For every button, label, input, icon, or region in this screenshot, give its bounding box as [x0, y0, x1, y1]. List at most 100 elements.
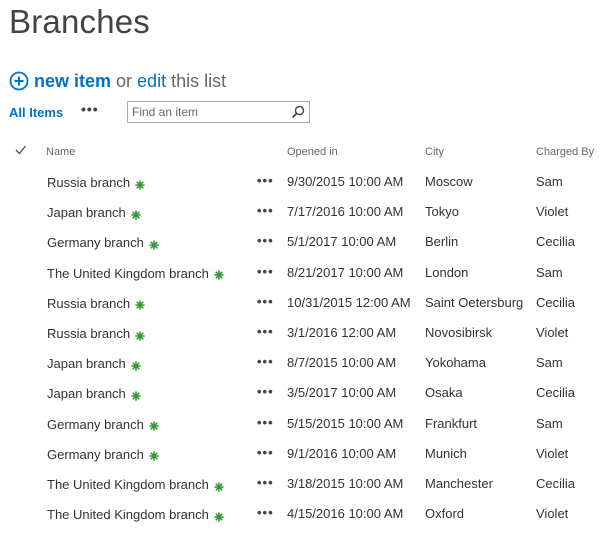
- new-item-badge-icon: [214, 510, 224, 522]
- view-more-ellipsis-button[interactable]: •••: [81, 101, 99, 117]
- cell-opened-in: 8/7/2015 10:00 AM: [287, 355, 397, 371]
- cell-city: Oxford: [425, 506, 465, 522]
- item-name-link[interactable]: Russia branch: [47, 296, 145, 311]
- cell-opened-in: 9/30/2015 10:00 AM: [287, 174, 404, 189]
- row-ellipsis-menu-button[interactable]: •••: [257, 264, 274, 279]
- cell-charged-by: Violet: [536, 506, 569, 522]
- cell-opened-in: 3/5/2017 10:00 AM: [287, 385, 397, 401]
- item-name-text: Japan branch: [47, 386, 126, 402]
- plus-circle-icon[interactable]: [9, 71, 29, 91]
- table-row[interactable]: Germany branch ••• 5/1/2017 10:00 AM Berlin…: [0, 226, 604, 256]
- all-items-view-link[interactable]: All Items: [9, 105, 63, 120]
- cell-charged-by: Sam: [536, 264, 563, 280]
- search-icon[interactable]: [291, 105, 305, 119]
- cell-opened-in: 5/15/2015 10:00 AM: [287, 415, 404, 431]
- item-name-text: Germany branch: [47, 416, 144, 432]
- table-row[interactable]: Japan branch ••• 7/17/2016 10:00 AM Tokyo Vi…: [0, 196, 604, 226]
- page-title: Branches: [9, 3, 151, 40]
- item-name-text: Russia branch: [47, 295, 131, 311]
- item-name-link[interactable]: The United Kingdom branch: [47, 477, 224, 492]
- select-all-checkmark-icon[interactable]: [14, 143, 28, 157]
- cell-opened-in: 10/31/2015 12:00 AM: [287, 294, 411, 310]
- page: Branches new item or edit this list All …: [0, 0, 604, 534]
- column-header-name[interactable]: Name: [46, 146, 75, 158]
- cell-city: London: [425, 264, 469, 280]
- row-ellipsis-menu-button[interactable]: •••: [257, 354, 274, 369]
- table-row[interactable]: The United Kingdom branch ••• 4/15/2016 10…: [0, 498, 604, 528]
- cell-city: Tokyo: [425, 204, 459, 220]
- item-name-link[interactable]: The United Kingdom branch: [47, 507, 224, 522]
- cell-opened-in: 9/1/2016 10:00 AM: [287, 445, 397, 461]
- this-list-text: this list: [171, 70, 227, 91]
- cell-city: Manchester: [425, 476, 493, 491]
- column-header-city[interactable]: City: [425, 146, 444, 158]
- new-item-badge-icon: [130, 359, 141, 371]
- cell-charged-by: Cecilia: [536, 234, 576, 250]
- cell-opened-in: 3/1/2016 12:00 AM: [287, 325, 397, 340]
- table-row[interactable]: Russia branch ••• 3/1/2016 12:00 AM Novosib…: [0, 317, 604, 347]
- table-row[interactable]: Germany branch ••• 5/15/2015 10:00 AM Frank…: [0, 408, 604, 438]
- item-name-link[interactable]: Japan branch: [47, 205, 141, 220]
- item-name-link[interactable]: Russia branch: [47, 326, 145, 341]
- cell-opened-in: 5/1/2017 10:00 AM: [287, 234, 397, 250]
- row-ellipsis-menu-button[interactable]: •••: [257, 505, 274, 520]
- cell-charged-by: Cecilia: [536, 294, 576, 310]
- cell-charged-by: Violet: [536, 325, 569, 340]
- row-ellipsis-menu-button[interactable]: •••: [257, 445, 274, 460]
- item-name-link[interactable]: Germany branch: [47, 235, 159, 250]
- table-header: Name Opened in City Charged By: [0, 140, 604, 164]
- table-row[interactable]: Japan branch ••• 3/5/2017 10:00 AM Osaka Cec…: [0, 377, 604, 407]
- table-row[interactable]: Russia branch ••• 10/31/2015 12:00 AM Saint…: [0, 287, 604, 317]
- row-ellipsis-menu-button[interactable]: •••: [257, 203, 274, 218]
- table-row[interactable]: Germany branch ••• 9/1/2016 10:00 AM Munich…: [0, 438, 604, 468]
- edit-link[interactable]: edit: [137, 71, 166, 92]
- table-row[interactable]: Japan branch ••• 8/7/2015 10:00 AM Yokohama…: [0, 347, 604, 377]
- new-item-badge-icon: [130, 389, 141, 401]
- item-name-text: The United Kingdom branch: [47, 507, 209, 523]
- new-item-badge-icon: [214, 268, 224, 280]
- row-ellipsis-menu-button[interactable]: •••: [257, 384, 274, 399]
- new-item-link[interactable]: new item: [34, 71, 111, 92]
- item-name-link[interactable]: Russia branch: [47, 175, 145, 190]
- item-name-text: Japan branch: [47, 356, 126, 372]
- table-row[interactable]: The United Kingdom branch ••• 8/21/2017 10…: [0, 257, 604, 287]
- cell-opened-in: 4/15/2016 10:00 AM: [287, 506, 404, 522]
- item-name-link[interactable]: Japan branch: [47, 386, 141, 401]
- search-input[interactable]: [132, 104, 282, 120]
- table-row[interactable]: The United Kingdom branch ••• 3/18/2015 10…: [0, 468, 604, 498]
- cell-city: Berlin: [425, 234, 459, 250]
- cell-opened-in: 7/17/2016 10:00 AM: [287, 204, 404, 220]
- cell-city: Novosibirsk: [425, 325, 493, 340]
- new-item-badge-icon: [135, 329, 145, 341]
- item-name-link[interactable]: Germany branch: [47, 447, 159, 462]
- column-header-opened-in[interactable]: Opened in: [287, 146, 338, 158]
- cell-city: Osaka: [425, 385, 463, 401]
- item-name-text: The United Kingdom branch: [47, 477, 209, 492]
- new-item-badge-icon: [135, 178, 145, 190]
- new-item-badge-icon: [130, 208, 141, 220]
- new-item-badge-icon: [149, 238, 159, 250]
- item-name-text: The United Kingdom branch: [47, 265, 209, 281]
- row-ellipsis-menu-button[interactable]: •••: [257, 233, 274, 248]
- search-box[interactable]: [127, 101, 310, 123]
- item-name-text: Russia branch: [47, 175, 131, 190]
- item-name-link[interactable]: Germany branch: [47, 417, 159, 432]
- cell-opened-in: 8/21/2017 10:00 AM: [287, 264, 404, 280]
- cell-charged-by: Sam: [536, 415, 563, 431]
- column-header-charged-by[interactable]: Charged By: [536, 146, 594, 158]
- cell-city: Saint Oetersburg: [425, 294, 524, 310]
- cell-charged-by: Violet: [536, 204, 569, 220]
- new-item-bar: new item or edit this list: [9, 69, 226, 93]
- row-ellipsis-menu-button[interactable]: •••: [257, 415, 274, 430]
- row-ellipsis-menu-button[interactable]: •••: [257, 475, 274, 490]
- item-name-link[interactable]: The United Kingdom branch: [47, 266, 224, 281]
- new-item-badge-icon: [149, 419, 159, 431]
- row-ellipsis-menu-button[interactable]: •••: [257, 173, 274, 188]
- row-ellipsis-menu-button[interactable]: •••: [257, 324, 274, 339]
- table-row[interactable]: Russia branch ••• 9/30/2015 10:00 AM Moscow…: [0, 166, 604, 196]
- row-ellipsis-menu-button[interactable]: •••: [257, 294, 274, 309]
- item-name-link[interactable]: Japan branch: [47, 356, 141, 371]
- or-text: or: [116, 70, 133, 91]
- cell-city: Yokohama: [425, 355, 486, 371]
- cell-charged-by: Sam: [536, 174, 563, 189]
